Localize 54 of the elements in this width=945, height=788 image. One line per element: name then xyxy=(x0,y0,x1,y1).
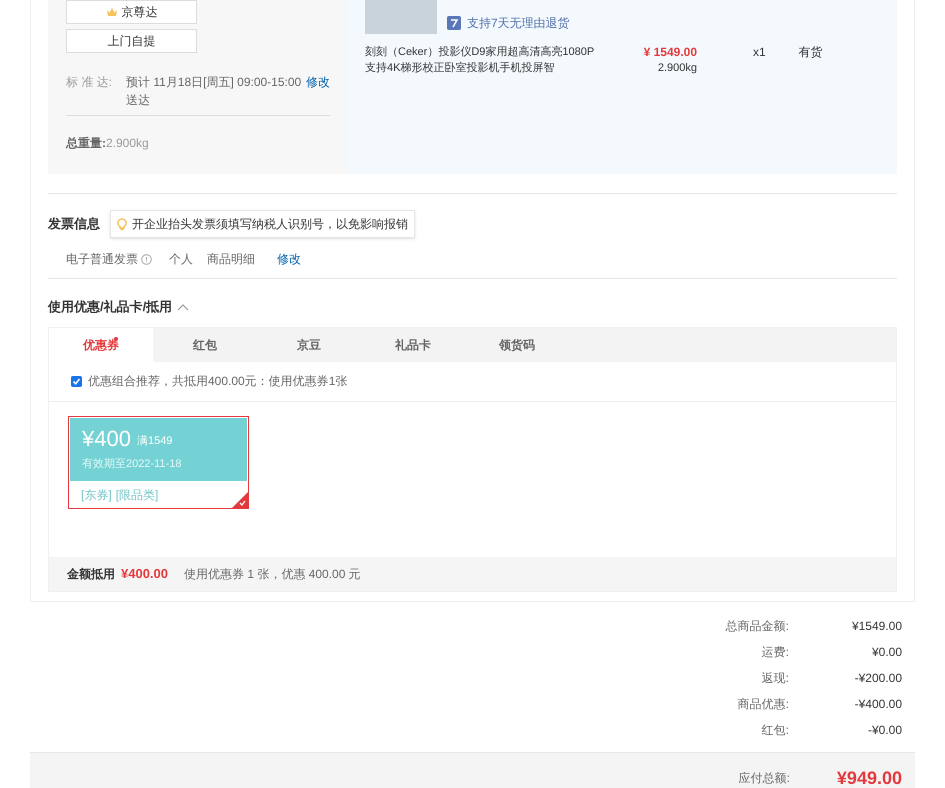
info-icon xyxy=(141,254,152,264)
summary-text: 使用优惠券 1 张，优惠 400.00 元 xyxy=(184,566,361,582)
total-label: 返现: xyxy=(760,670,789,686)
coupon-amount: ¥400 xyxy=(82,426,131,452)
selected-corner-icon xyxy=(232,492,248,508)
weight-value: 2.900kg xyxy=(106,135,149,152)
tip-text: 开企业抬头发票须填写纳税人识别号，以免影响报销 xyxy=(132,216,408,233)
total-label: 商品优惠: xyxy=(736,696,789,712)
total-label: 应付总额: xyxy=(738,770,790,786)
delivery-option-button[interactable]: 上门自提 xyxy=(66,29,197,53)
return-policy-text: 支持7天无理由退货 xyxy=(467,15,570,32)
section-title: 发票信息 xyxy=(48,215,100,234)
delivery-option-button[interactable]: 京尊达 xyxy=(66,0,197,24)
lightbulb-icon xyxy=(117,218,127,230)
coupon-condition: 满1549 xyxy=(136,434,172,449)
delivery-time: 预计 11月18日[周五] 09:00-15:00 送达 xyxy=(126,74,302,109)
chevron-up-icon[interactable] xyxy=(177,302,190,311)
discount-tab[interactable]: 优惠券 xyxy=(49,328,153,362)
discount-tab[interactable]: 礼品卡 xyxy=(361,328,465,362)
edit-link[interactable]: 修改 xyxy=(306,73,330,109)
total-label: 总商品金额: xyxy=(724,618,789,634)
summary-amount: ¥400.00 xyxy=(121,564,168,583)
discount-tab[interactable]: 领货码 xyxy=(465,328,569,362)
discount-tab[interactable]: 红包 xyxy=(153,328,257,362)
stock-status: 有货 xyxy=(798,44,823,61)
field-label: 总重量: xyxy=(66,135,106,152)
coupon-tag: [限品类] xyxy=(116,486,158,504)
total-value: ¥1549.00 xyxy=(850,618,902,634)
product-weight: 2.900kg xyxy=(658,61,697,76)
discount-tab[interactable]: 京豆 xyxy=(257,328,361,362)
product-photo-placeholder xyxy=(365,0,437,34)
total-value: -¥200.00 xyxy=(854,670,902,686)
coupon-expiry: 有效期至2022-11-18 xyxy=(82,456,182,472)
total-value: ¥0.00 xyxy=(870,644,902,660)
crown-icon xyxy=(106,7,118,17)
product-price: ¥ 1549.00 xyxy=(644,44,697,60)
total-label: 运费: xyxy=(760,644,789,660)
total-label: 红包: xyxy=(760,722,789,738)
total-value: -¥400.00 xyxy=(854,696,902,712)
section-title: 使用优惠/礼品卡/抵用 xyxy=(48,298,172,316)
coupon-tag: [东券] xyxy=(81,486,112,504)
product-quantity: x1 xyxy=(753,44,766,61)
checkbox[interactable] xyxy=(71,376,82,386)
payable-amount: ¥949.00 xyxy=(836,768,902,786)
recommend-text: 优惠组合推荐，共抵用400.00元：使用优惠券1张 xyxy=(88,373,348,390)
invoice-type: 电子普通发票 xyxy=(66,251,138,268)
summary-label: 金额抵用 xyxy=(67,566,115,582)
return-badge-icon xyxy=(447,16,461,30)
invoice-holder: 个人 xyxy=(169,251,193,268)
product-name: 刻刻（Ceker）投影仪D9家用超高清高亮1080P支持4K梯形校正卧室投影机手机投屏智 xyxy=(365,44,596,76)
total-value: -¥0.00 xyxy=(866,722,902,738)
edit-link[interactable]: 修改 xyxy=(277,250,301,268)
invoice-content: 商品明细 xyxy=(207,251,255,268)
field-label: 标 准 达: xyxy=(66,74,114,91)
